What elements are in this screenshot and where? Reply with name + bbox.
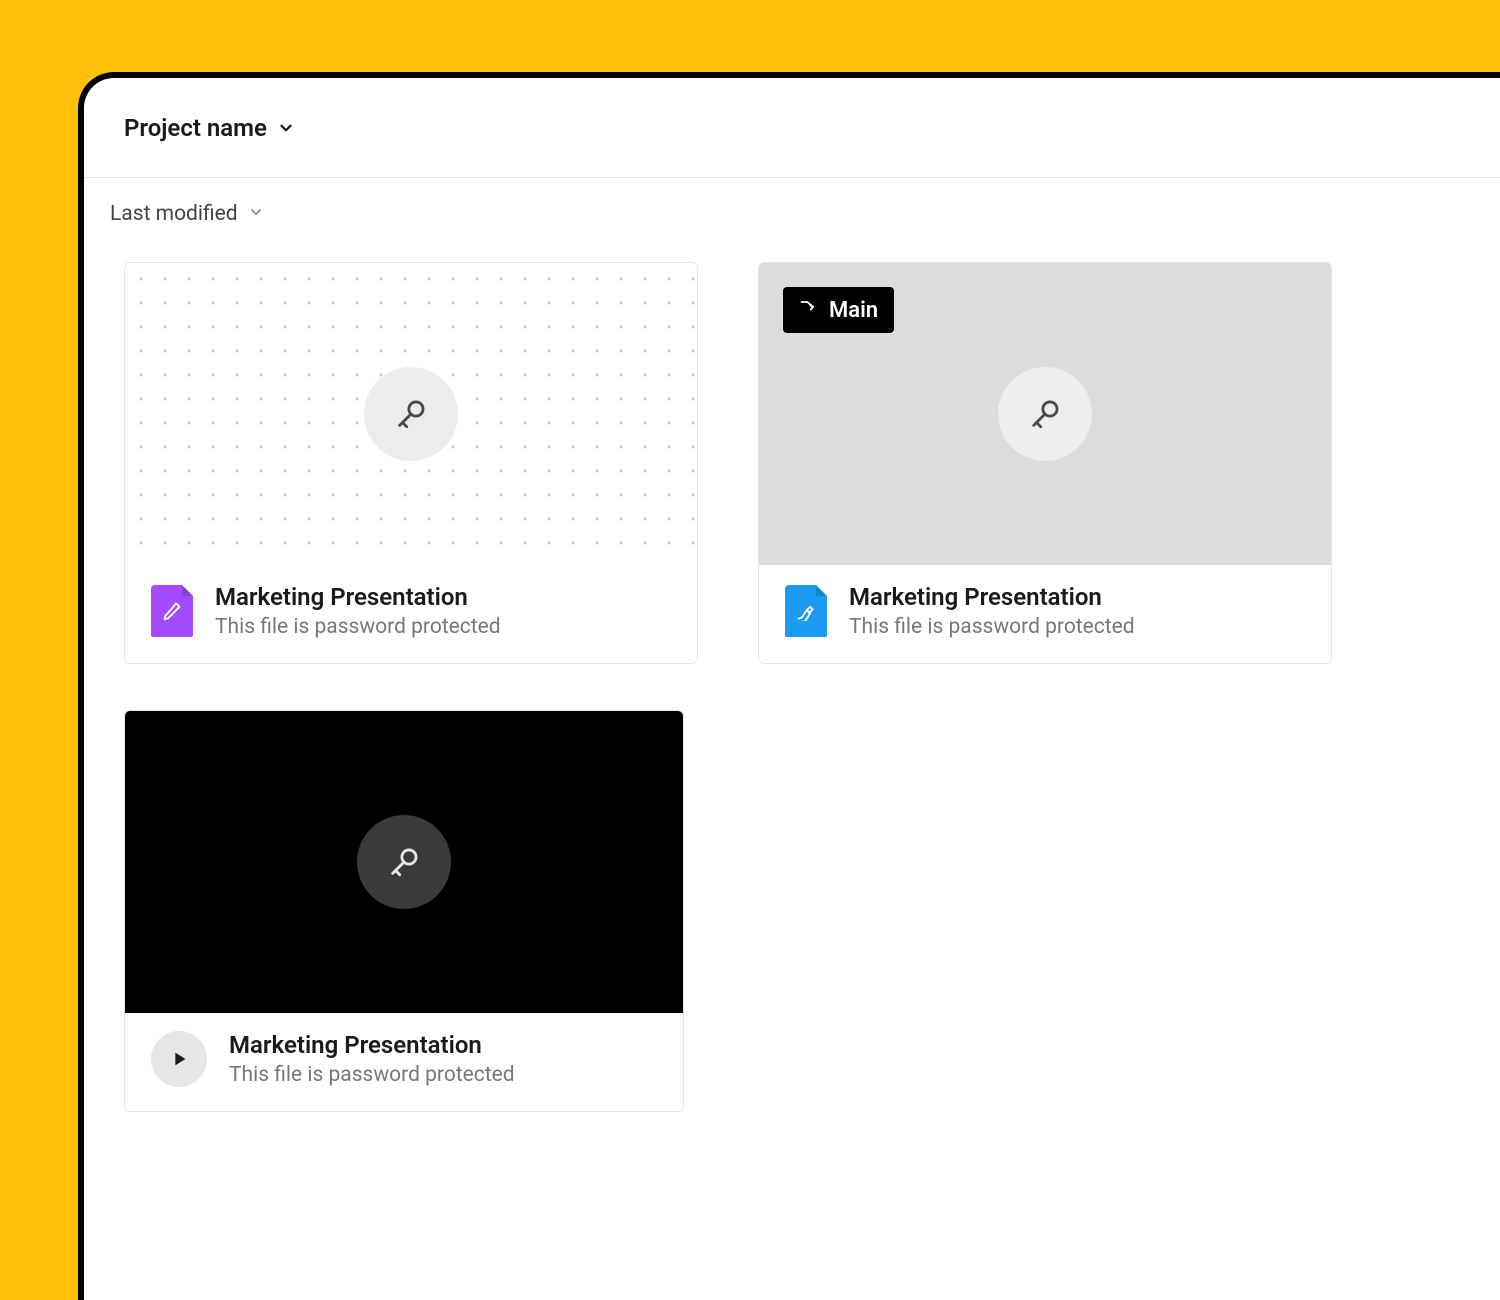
key-icon	[357, 815, 451, 909]
sort-label: Last modified	[110, 202, 238, 226]
file-thumbnail	[125, 263, 697, 565]
file-footer: Marketing Presentation This file is pass…	[759, 565, 1331, 663]
file-thumbnail	[125, 711, 683, 1013]
file-card[interactable]: Main Marketin	[758, 262, 1332, 664]
key-icon	[364, 367, 458, 461]
project-name-label: Project name	[124, 114, 267, 142]
file-footer: Marketing Presentation This file is pass…	[125, 1013, 683, 1111]
sort-dropdown[interactable]: Last modified	[110, 202, 1460, 226]
file-footer: Marketing Presentation This file is pass…	[125, 565, 697, 663]
file-card[interactable]: Marketing Presentation This file is pass…	[124, 262, 698, 664]
project-name-dropdown[interactable]: Project name	[124, 114, 295, 142]
file-meta: Marketing Presentation This file is pass…	[849, 583, 1135, 639]
chevron-down-icon	[277, 119, 295, 137]
toolbar: Last modified	[84, 178, 1500, 226]
figjam-file-icon	[151, 585, 193, 637]
file-meta: Marketing Presentation This file is pass…	[229, 1031, 515, 1087]
branch-label: Main	[829, 298, 878, 323]
design-file-icon	[785, 585, 827, 637]
branch-icon	[799, 297, 819, 323]
file-subtitle: This file is password protected	[849, 615, 1135, 639]
file-meta: Marketing Presentation This file is pass…	[215, 583, 501, 639]
file-subtitle: This file is password protected	[229, 1063, 515, 1087]
project-window: Project name Last modified	[78, 72, 1500, 1300]
prototype-file-icon	[151, 1031, 207, 1087]
branch-chip[interactable]: Main	[783, 287, 894, 333]
file-title: Marketing Presentation	[229, 1031, 515, 1059]
file-thumbnail: Main	[759, 263, 1331, 565]
file-title: Marketing Presentation	[849, 583, 1135, 611]
header: Project name	[84, 78, 1500, 178]
file-subtitle: This file is password protected	[215, 615, 501, 639]
key-icon	[998, 367, 1092, 461]
file-card[interactable]: Marketing Presentation This file is pass…	[124, 710, 684, 1112]
file-title: Marketing Presentation	[215, 583, 501, 611]
chevron-down-icon	[248, 202, 264, 226]
files-grid: Marketing Presentation This file is pass…	[84, 226, 1372, 1152]
